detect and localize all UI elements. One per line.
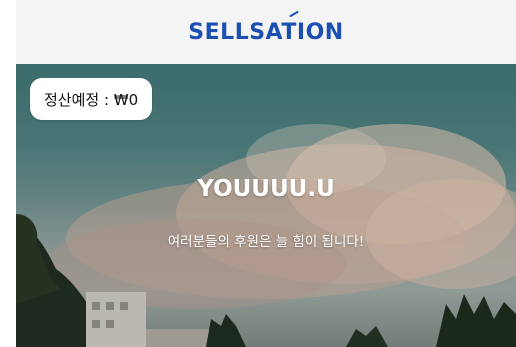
creator-message: 여러분들의 후원은 늘 힘이 됩니다! — [167, 234, 365, 250]
header-bar: SELLSATION — [16, 0, 516, 64]
creator-name: YOUUUU.U — [197, 176, 335, 202]
hero-banner: 정산예정 : ₩0 YOUUUU.U 여러분들의 후원은 늘 힘이 됩니다! — [16, 64, 516, 347]
settlement-balance-text: 정산예정 : ₩0 — [44, 90, 139, 109]
logo-text: SELLSATION — [188, 19, 344, 45]
settlement-balance-badge: 정산예정 : ₩0 — [30, 78, 153, 120]
sellsation-logo[interactable]: SELLSATION — [188, 10, 344, 45]
donation-page: SELLSATION 정산예정: ₩0 YOUUUU.U 여러분들의 후원은 … — [16, 0, 516, 347]
logo-accent-mark — [289, 10, 300, 17]
